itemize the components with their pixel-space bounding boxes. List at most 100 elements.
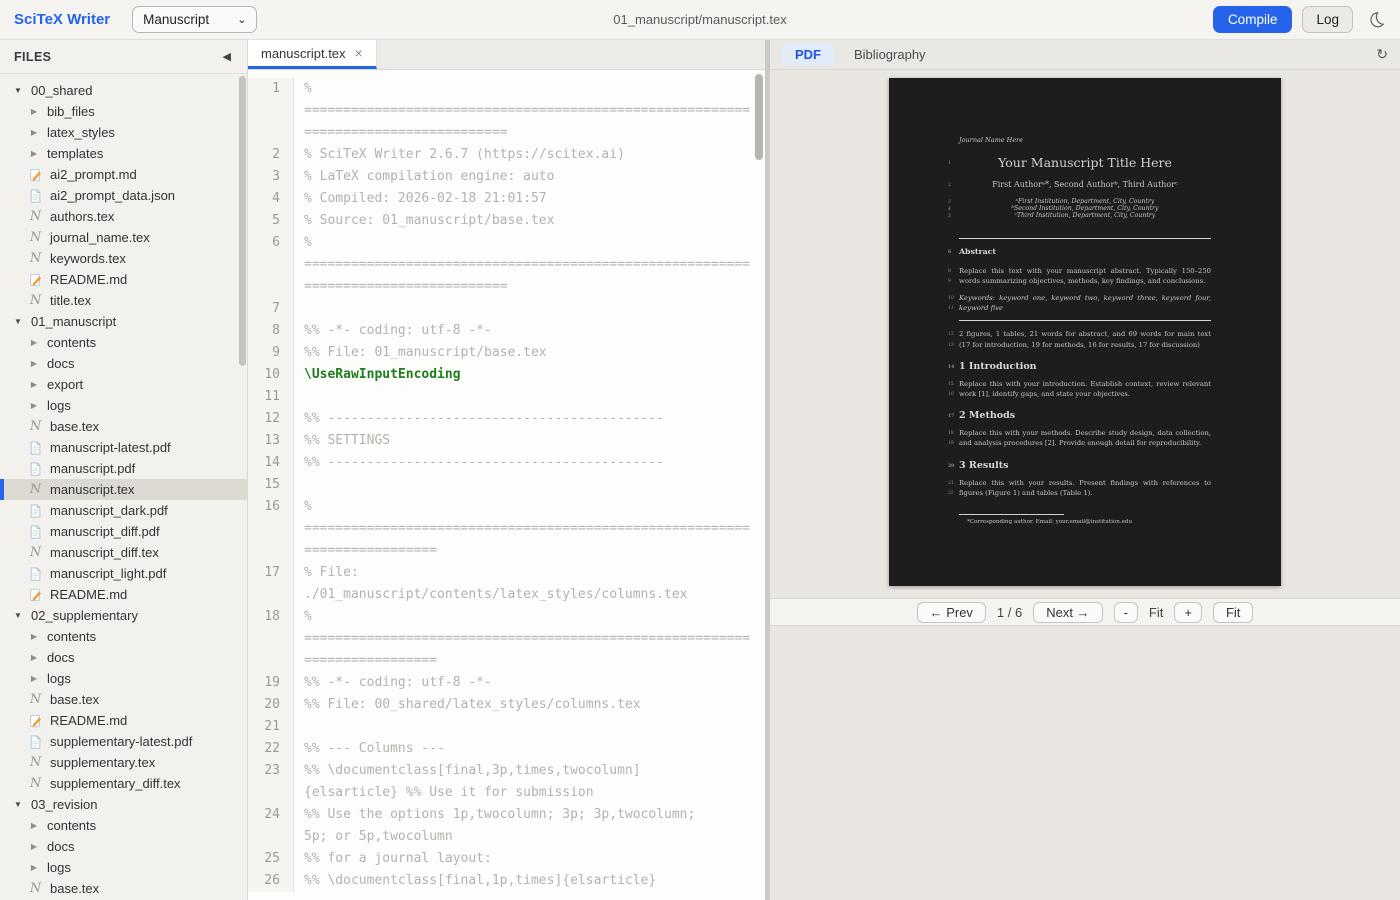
tree-folder-bib_files[interactable]: ▶bib_files <box>0 101 247 122</box>
tree-folder-docs[interactable]: ▶docs <box>0 647 247 668</box>
tree-folder-latex_styles[interactable]: ▶latex_styles <box>0 122 247 143</box>
pdf-block-para: 8 9Replace this text with your manuscrip… <box>959 266 1211 286</box>
tree-file-README.md[interactable]: README.md <box>0 584 247 605</box>
document-file-icon <box>28 189 43 203</box>
tree-file-supplementary_diff.tex[interactable]: Nsupplementary_diff.tex <box>0 773 247 794</box>
close-tab-icon[interactable]: × <box>355 45 363 61</box>
tree-file-manuscript_dark.pdf[interactable]: manuscript_dark.pdf <box>0 500 247 521</box>
tree-file-manuscript-latest.pdf[interactable]: manuscript-latest.pdf <box>0 437 247 458</box>
tree-file-ai2_prompt.md[interactable]: ai2_prompt.md <box>0 164 247 185</box>
line-number: 16 <box>248 496 294 518</box>
document-file-icon <box>28 567 43 581</box>
tree-file-manuscript_diff.pdf[interactable]: manuscript_diff.pdf <box>0 521 247 542</box>
tree-folder-logs[interactable]: ▶logs <box>0 395 247 416</box>
moon-icon <box>1367 10 1386 29</box>
code-line: 21 <box>248 716 765 738</box>
refresh-icon[interactable]: ↻ <box>1376 46 1388 63</box>
tree-file-manuscript_light.pdf[interactable]: manuscript_light.pdf <box>0 563 247 584</box>
folder-collapsed-icon: ▶ <box>28 653 40 662</box>
tree-folder-contents[interactable]: ▶contents <box>0 815 247 836</box>
markdown-file-icon <box>28 588 43 602</box>
tree-folder-00_shared[interactable]: ▼00_shared <box>0 80 247 101</box>
tree-file-keywords.tex[interactable]: Nkeywords.tex <box>0 248 247 269</box>
code-text: ========================================… <box>294 254 750 276</box>
tree-file-base.tex[interactable]: Nbase.tex <box>0 878 247 899</box>
tree-file-manuscript.tex[interactable]: Nmanuscript.tex <box>0 479 247 500</box>
tree-folder-03_revision[interactable]: ▼03_revision <box>0 794 247 815</box>
folder-collapsed-icon: ▶ <box>28 842 40 851</box>
pdf-preview-panel: PDF Bibliography ↻ Journal Name Here1You… <box>770 40 1400 900</box>
sidebar-scrollbar[interactable] <box>239 76 246 366</box>
tab-bibliography[interactable]: Bibliography <box>854 47 926 62</box>
tex-file-icon: N <box>28 882 43 895</box>
line-number: 12 <box>248 408 294 430</box>
next-page-button[interactable]: Next → <box>1033 602 1102 623</box>
pdf-margin-line-numbers: 1 <box>948 157 951 171</box>
zoom-out-button[interactable]: - <box>1114 602 1138 623</box>
tree-file-supplementary.tex[interactable]: Nsupplementary.tex <box>0 752 247 773</box>
folder-collapsed-icon: ▶ <box>28 338 40 347</box>
tree-folder-docs[interactable]: ▶docs <box>0 353 247 374</box>
tree-item-label: base.tex <box>50 692 99 707</box>
code-text: %% \documentclass[final,3p,times,twocolu… <box>294 760 641 782</box>
pdf-text: Journal Name Here <box>959 136 1023 144</box>
code-editor-area[interactable]: 1%======================================… <box>248 70 765 900</box>
code-text: ========================================… <box>294 518 750 540</box>
pdf-nav-bar: ← Prev 1 / 6 Next → - Fit + Fit <box>770 598 1400 626</box>
zoom-in-button[interactable]: + <box>1174 602 1202 623</box>
code-line: ========================================… <box>248 100 765 122</box>
tree-file-title.tex[interactable]: Ntitle.tex <box>0 290 247 311</box>
tex-file-icon: N <box>28 294 43 307</box>
folder-collapsed-icon: ▶ <box>28 359 40 368</box>
markdown-file-icon <box>28 168 43 182</box>
top-bar: SciTeX Writer Manuscript ⌄ 01_manuscript… <box>0 0 1400 40</box>
tree-folder-contents[interactable]: ▶contents <box>0 332 247 353</box>
folder-collapsed-icon: ▶ <box>28 107 40 116</box>
editor-scrollbar[interactable] <box>755 74 763 160</box>
tree-file-README.md[interactable]: README.md <box>0 710 247 731</box>
code-text <box>294 298 304 320</box>
line-number: 25 <box>248 848 294 870</box>
tree-file-README.md[interactable]: README.md <box>0 269 247 290</box>
tab-manuscript-tex[interactable]: manuscript.tex × <box>248 40 377 69</box>
editor-tab-bar: manuscript.tex × <box>248 40 765 70</box>
tree-folder-export[interactable]: ▶export <box>0 374 247 395</box>
tree-file-ai2_prompt_data.json[interactable]: ai2_prompt_data.json <box>0 185 247 206</box>
code-text: ========================================… <box>294 628 750 650</box>
tree-folder-templates[interactable]: ▶templates <box>0 143 247 164</box>
tex-file-icon: N <box>28 777 43 790</box>
tree-file-journal_name.tex[interactable]: Njournal_name.tex <box>0 227 247 248</box>
code-line: 12%% -----------------------------------… <box>248 408 765 430</box>
tree-file-base.tex[interactable]: Nbase.tex <box>0 689 247 710</box>
tex-file-icon: N <box>28 483 43 496</box>
pdf-margin-line-numbers: 2 <box>948 181 951 191</box>
code-text: %% \documentclass[final,1p,times]{elsart… <box>294 870 656 892</box>
code-line: 26%% \documentclass[final,1p,times]{elsa… <box>248 870 765 892</box>
prev-page-button[interactable]: ← Prev <box>917 602 986 623</box>
code-line: ========================== <box>248 276 765 298</box>
tree-file-supplementary-latest.pdf[interactable]: supplementary-latest.pdf <box>0 731 247 752</box>
fit-button[interactable]: Fit <box>1213 602 1253 623</box>
tree-folder-docs[interactable]: ▶docs <box>0 836 247 857</box>
tree-folder-contents[interactable]: ▶contents <box>0 626 247 647</box>
collapse-sidebar-icon[interactable]: ◀ <box>223 50 231 63</box>
tree-file-manuscript_diff.tex[interactable]: Nmanuscript_diff.tex <box>0 542 247 563</box>
tab-pdf[interactable]: PDF <box>782 44 834 65</box>
tree-folder-01_manuscript[interactable]: ▼01_manuscript <box>0 311 247 332</box>
dark-mode-toggle[interactable] <box>1367 10 1386 29</box>
compile-button[interactable]: Compile <box>1213 6 1293 33</box>
document-type-select[interactable]: Manuscript ⌄ <box>132 6 257 33</box>
tree-folder-logs[interactable]: ▶logs <box>0 668 247 689</box>
tree-file-base.tex[interactable]: Nbase.tex <box>0 416 247 437</box>
tree-folder-logs[interactable]: ▶logs <box>0 857 247 878</box>
pdf-text: Keywords: keyword one, keyword two, keyw… <box>959 294 1211 312</box>
tree-item-label: README.md <box>50 713 127 728</box>
tree-item-label: manuscript.pdf <box>50 461 135 476</box>
code-text: % <box>294 496 312 518</box>
tree-file-authors.tex[interactable]: Nauthors.tex <box>0 206 247 227</box>
log-button[interactable]: Log <box>1302 6 1353 33</box>
tree-file-manuscript.pdf[interactable]: manuscript.pdf <box>0 458 247 479</box>
code-text: %% File: 01_manuscript/base.tex <box>294 342 547 364</box>
tree-folder-02_supplementary[interactable]: ▼02_supplementary <box>0 605 247 626</box>
document-file-icon <box>28 504 43 518</box>
